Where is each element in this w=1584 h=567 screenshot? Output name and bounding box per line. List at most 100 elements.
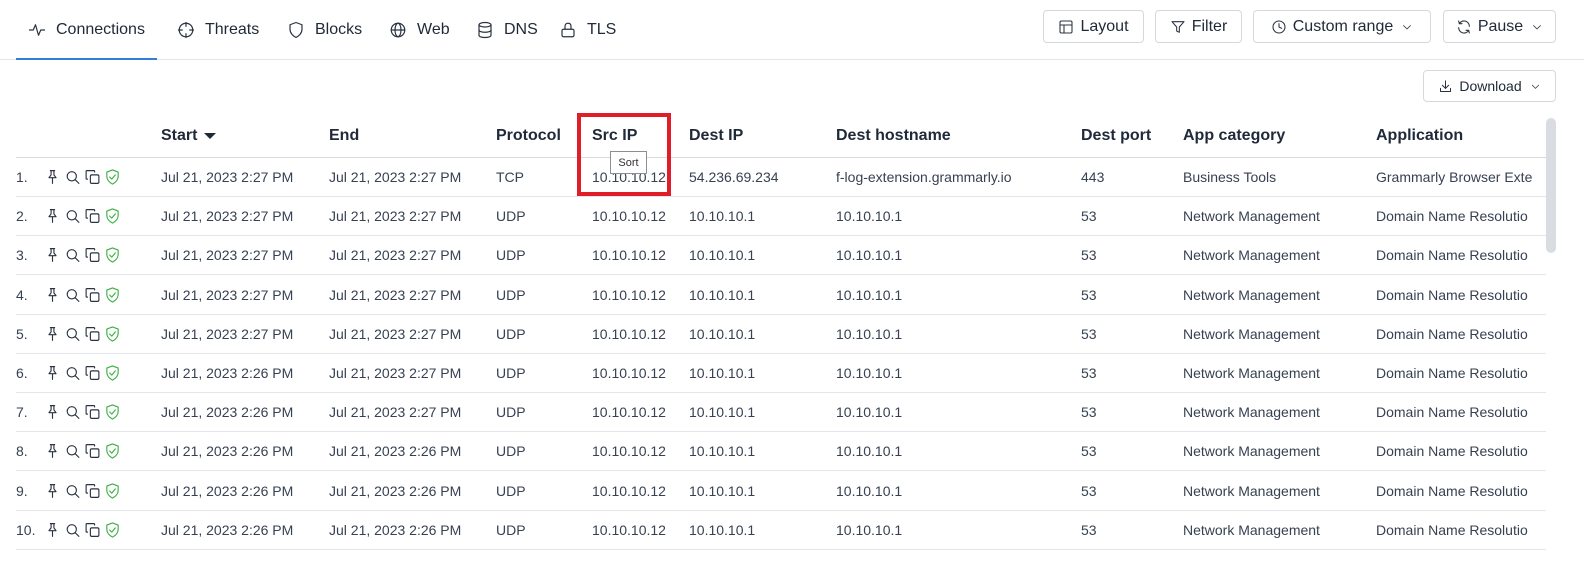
- cell-dest-hostname: 10.10.10.1: [836, 286, 903, 303]
- tab-blocks[interactable]: Blocks: [287, 0, 362, 59]
- table-row[interactable]: 7. Jul 21, 2023 2:26 PM Jul 21, 2023 2:27 …: [16, 393, 1546, 433]
- shield-check-icon[interactable]: [104, 364, 121, 382]
- table-row[interactable]: 1. Jul 21, 2023 2:27 PM Jul 21, 2023 2:27 …: [16, 158, 1546, 197]
- copy-icon[interactable]: [84, 286, 101, 304]
- column-header-dest-hostname[interactable]: Dest hostname: [836, 115, 951, 157]
- row-index: 8.: [16, 443, 28, 460]
- table-row[interactable]: 5. Jul 21, 2023 2:27 PM Jul 21, 2023 2:27 …: [16, 315, 1546, 354]
- cell-start: Jul 21, 2023 2:27 PM: [161, 208, 294, 225]
- download-dropdown[interactable]: Download: [1423, 70, 1556, 102]
- pin-icon[interactable]: [44, 207, 61, 225]
- tab-dns[interactable]: DNS: [476, 0, 538, 59]
- refresh-icon: [1457, 19, 1470, 34]
- shield-check-icon[interactable]: [104, 246, 121, 264]
- shield-check-icon[interactable]: [104, 521, 121, 539]
- vertical-scrollbar[interactable]: [1546, 118, 1556, 253]
- cell-end: Jul 21, 2023 2:26 PM: [329, 521, 462, 538]
- row-actions: [44, 236, 124, 274]
- cell-dest-ip: 10.10.10.1: [689, 482, 756, 499]
- search-icon[interactable]: [64, 286, 81, 304]
- column-label: Protocol: [496, 127, 561, 144]
- shield-check-icon[interactable]: [104, 168, 121, 186]
- tab-tls[interactable]: TLS: [559, 0, 616, 59]
- table-row[interactable]: 4. Jul 21, 2023 2:27 PM Jul 21, 2023 2:27 …: [16, 276, 1546, 315]
- shield-check-icon[interactable]: [104, 442, 121, 460]
- cell-dest-ip: 54.236.69.234: [689, 169, 779, 185]
- pin-icon[interactable]: [44, 482, 61, 500]
- shield-check-icon[interactable]: [104, 325, 121, 343]
- download-label: Download: [1459, 78, 1522, 94]
- column-label: Dest hostname: [836, 127, 951, 144]
- pin-icon[interactable]: [44, 286, 61, 304]
- tab-connections[interactable]: Connections: [16, 0, 157, 60]
- cell-end: Jul 21, 2023 2:27 PM: [329, 365, 462, 381]
- pin-icon[interactable]: [44, 325, 61, 343]
- shield-check-icon[interactable]: [104, 286, 121, 304]
- shield-check-icon[interactable]: [104, 403, 121, 421]
- table-row[interactable]: 2. Jul 21, 2023 2:27 PM Jul 21, 2023 2:27 …: [16, 197, 1546, 237]
- copy-icon[interactable]: [84, 482, 101, 500]
- shield-check-icon[interactable]: [104, 482, 121, 500]
- column-label: Src IP: [592, 127, 638, 144]
- column-header-app-category[interactable]: App category: [1183, 115, 1285, 157]
- copy-icon[interactable]: [84, 325, 101, 343]
- cell-src-ip: 10.10.10.12: [592, 482, 666, 499]
- pin-icon[interactable]: [44, 168, 61, 186]
- pin-icon[interactable]: [44, 364, 61, 382]
- cell-end: Jul 21, 2023 2:26 PM: [329, 482, 462, 499]
- filter-button[interactable]: Filter: [1155, 10, 1242, 43]
- tab-threats[interactable]: Threats: [177, 0, 259, 59]
- shield-check-icon[interactable]: [104, 207, 121, 225]
- table-row[interactable]: 10. Jul 21, 2023 2:26 PM Jul 21, 2023 2:26…: [16, 511, 1546, 550]
- copy-icon[interactable]: [84, 521, 101, 539]
- table-row[interactable]: 8. Jul 21, 2023 2:26 PM Jul 21, 2023 2:26 …: [16, 432, 1546, 472]
- copy-icon[interactable]: [84, 364, 101, 382]
- search-icon[interactable]: [64, 207, 81, 225]
- search-icon[interactable]: [64, 403, 81, 421]
- search-icon[interactable]: [64, 246, 81, 264]
- tab-label: TLS: [587, 20, 617, 38]
- cell-dest-port: 53: [1081, 482, 1097, 499]
- custom-range-dropdown[interactable]: Custom range: [1253, 10, 1431, 43]
- row-index: 9.: [16, 482, 28, 499]
- column-header-application[interactable]: Application: [1376, 115, 1463, 157]
- chevron-down-icon: [1531, 84, 1539, 89]
- column-label: Application: [1376, 127, 1464, 144]
- column-header-dest-ip[interactable]: Dest IP: [689, 115, 743, 157]
- search-icon[interactable]: [64, 364, 81, 382]
- column-header-protocol[interactable]: Protocol: [496, 115, 561, 157]
- column-label: End: [329, 127, 360, 144]
- table-row[interactable]: 9. Jul 21, 2023 2:26 PM Jul 21, 2023 2:26 …: [16, 472, 1546, 511]
- copy-icon[interactable]: [84, 442, 101, 460]
- cell-dest-ip: 10.10.10.1: [689, 325, 756, 342]
- column-header-end[interactable]: End: [329, 115, 359, 157]
- copy-icon[interactable]: [84, 168, 101, 186]
- cell-start: Jul 21, 2023 2:26 PM: [161, 404, 294, 421]
- pause-dropdown[interactable]: Pause: [1443, 10, 1556, 43]
- table-row[interactable]: 3. Jul 21, 2023 2:27 PM Jul 21, 2023 2:27 …: [16, 236, 1546, 276]
- cell-dest-hostname: 10.10.10.1: [836, 208, 903, 225]
- pin-icon[interactable]: [44, 403, 61, 421]
- layout-button[interactable]: Layout: [1043, 10, 1144, 43]
- table-row[interactable]: 6. Jul 21, 2023 2:26 PM Jul 21, 2023 2:27 …: [16, 354, 1546, 393]
- cell-dest-ip: 10.10.10.1: [689, 365, 756, 381]
- column-header-dest-port[interactable]: Dest port: [1081, 115, 1151, 157]
- search-icon[interactable]: [64, 482, 81, 500]
- row-index: 5.: [16, 325, 28, 342]
- cell-src-ip: 10.10.10.12: [592, 208, 666, 225]
- copy-icon[interactable]: [84, 207, 101, 225]
- cell-dest-hostname: 10.10.10.1: [836, 443, 903, 460]
- cell-app-category: Network Management: [1183, 443, 1320, 460]
- copy-icon[interactable]: [84, 403, 101, 421]
- search-icon[interactable]: [64, 325, 81, 343]
- copy-icon[interactable]: [84, 246, 101, 264]
- pin-icon[interactable]: [44, 442, 61, 460]
- search-icon[interactable]: [64, 168, 81, 186]
- pin-icon[interactable]: [44, 246, 61, 264]
- search-icon[interactable]: [64, 521, 81, 539]
- pin-icon[interactable]: [44, 521, 61, 539]
- search-icon[interactable]: [64, 442, 81, 460]
- column-header-start[interactable]: Start: [161, 115, 217, 157]
- row-actions: [44, 158, 124, 196]
- tab-web[interactable]: Web: [389, 0, 450, 59]
